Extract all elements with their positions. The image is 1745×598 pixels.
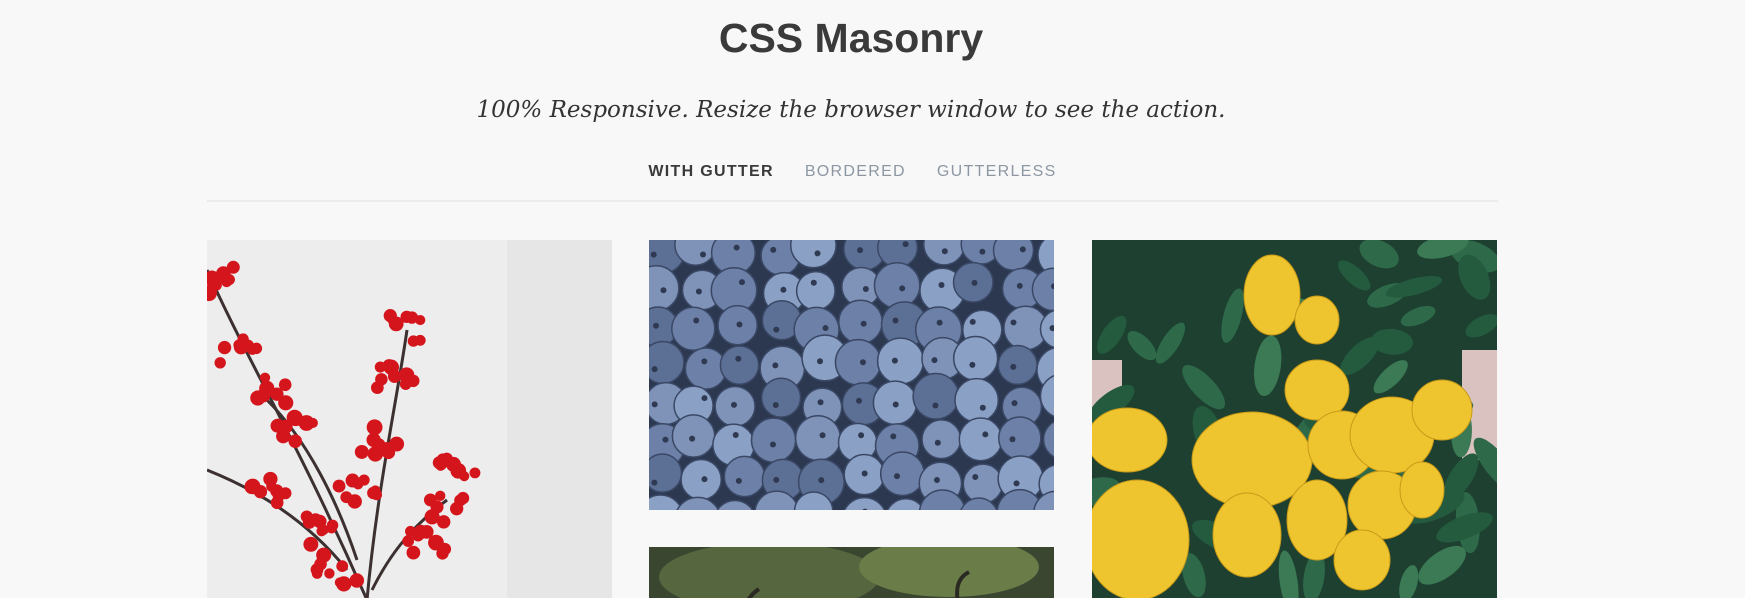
page-title: CSS Masonry — [718, 15, 984, 61]
gallery-image-lemons[interactable] — [1092, 240, 1497, 598]
gallery-image-foliage[interactable] — [649, 547, 1054, 598]
gallery-image-blueberries[interactable] — [649, 240, 1054, 510]
gallery-image-red-berries[interactable] — [207, 240, 612, 598]
tab-with-gutter[interactable]: WITH GUTTER — [648, 160, 773, 200]
tab-bordered[interactable]: BORDERED — [805, 160, 906, 200]
layout-tabs: WITH GUTTER BORDERED GUTTERLESS — [207, 160, 1498, 202]
page-subtitle: 100% Responsive. Resize the browser wind… — [476, 97, 1226, 123]
tab-gutterless[interactable]: GUTTERLESS — [937, 160, 1057, 200]
